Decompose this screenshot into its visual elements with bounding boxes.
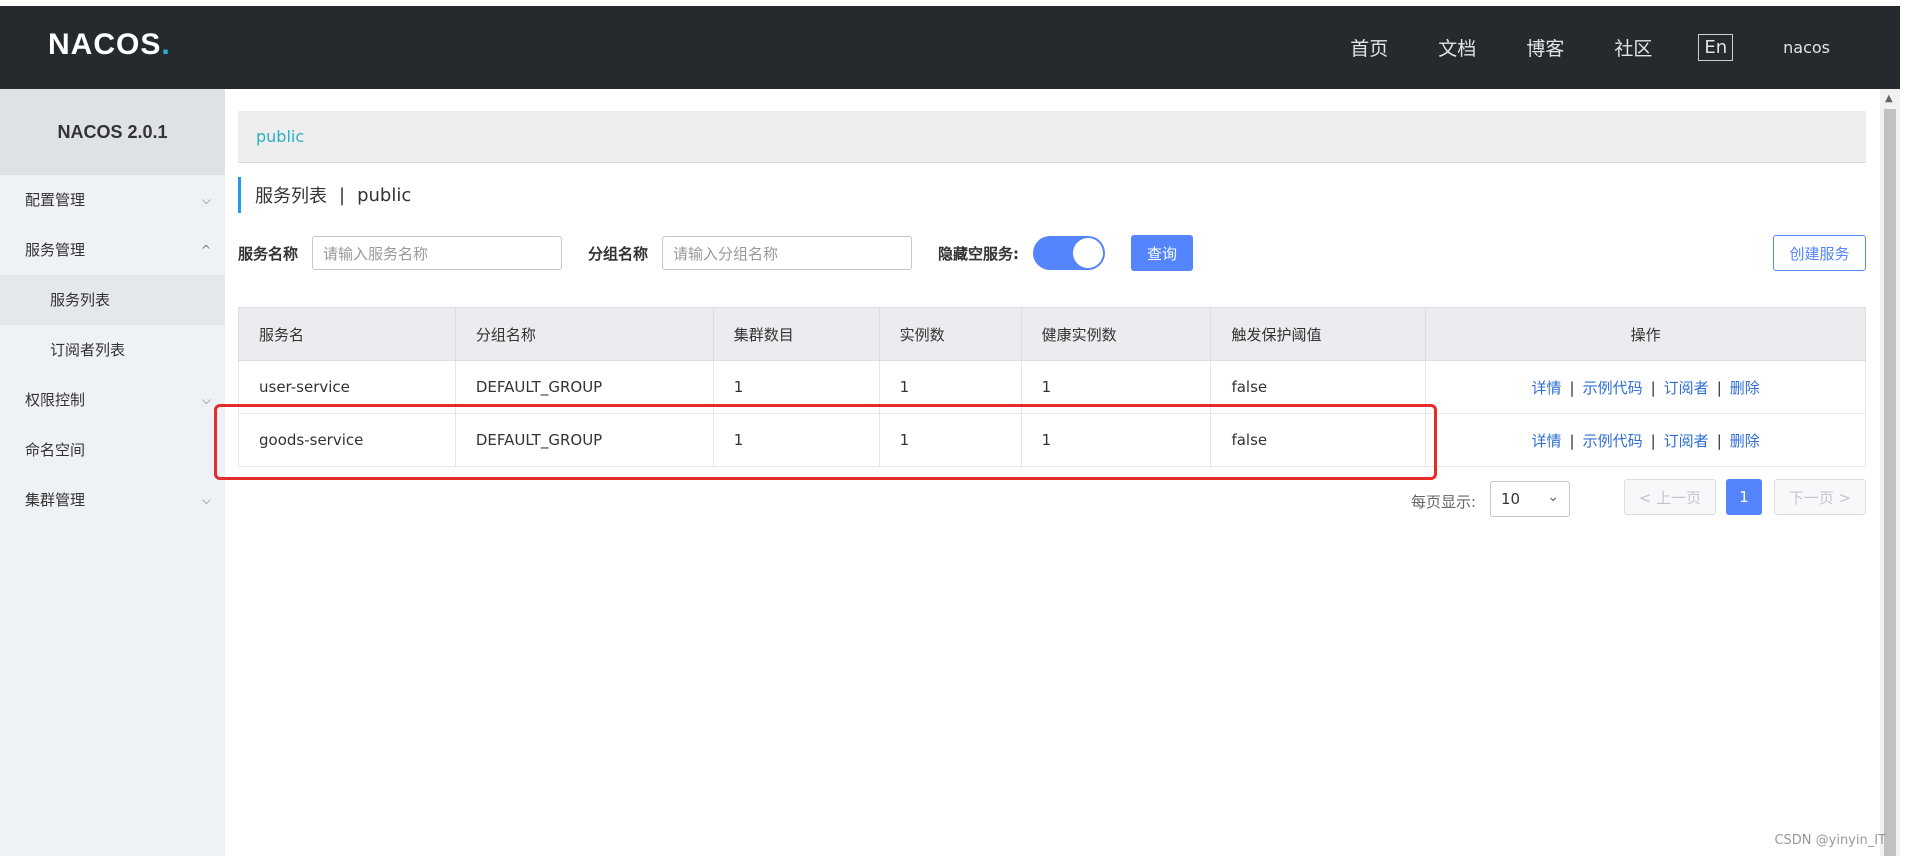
cell-service-name: goods-service: [238, 413, 456, 467]
detail-link[interactable]: 详情: [1532, 379, 1562, 397]
cell-instance-count: 1: [878, 413, 1022, 467]
chevron-down-icon: ⌵: [201, 393, 211, 407]
subscribers-link[interactable]: 订阅者: [1664, 432, 1709, 450]
table-row: user-service DEFAULT_GROUP 1 1 1 false 详…: [238, 360, 1866, 414]
namespace-bar: public: [238, 111, 1866, 163]
nav-blog[interactable]: 博客: [1526, 34, 1564, 61]
sidebar-item-label: 服务列表: [50, 291, 111, 309]
sidebar-item-access-control[interactable]: 权限控制 ⌵: [0, 375, 225, 425]
service-name-input[interactable]: 请输入服务名称: [312, 236, 563, 270]
top-header: NACOS. 首页 文档 博客 社区 En nacos: [0, 6, 1900, 89]
service-name-label: 服务名称: [238, 244, 299, 263]
nav-docs[interactable]: 文档: [1438, 34, 1476, 61]
sidebar-item-label: 集群管理: [25, 491, 86, 509]
col-healthy-instance-count: 健康实例数: [1020, 307, 1212, 361]
cell-service-name: user-service: [238, 360, 456, 414]
query-button[interactable]: 查询: [1131, 235, 1194, 271]
cell-instance-count: 1: [878, 360, 1022, 414]
scroll-up-arrow-icon[interactable]: ▲: [1885, 93, 1893, 104]
sidebar-item-subscriber-list[interactable]: 订阅者列表: [0, 325, 225, 375]
service-table: 服务名 分组名称 集群数目 实例数 健康实例数 触发保护阈值 操作 user-s…: [214, 307, 1866, 480]
delete-link[interactable]: 删除: [1730, 379, 1760, 397]
sample-code-link[interactable]: 示例代码: [1583, 432, 1643, 450]
cell-healthy-count: 1: [1020, 360, 1212, 414]
toggle-knob: [1073, 238, 1104, 268]
nacos-logo[interactable]: NACOS.: [48, 28, 171, 62]
cell-group-name: DEFAULT_GROUP: [454, 413, 714, 467]
filter-bar: 服务名称 请输入服务名称 分组名称 请输入分组名称 隐藏空服务: 查询 创建服务: [238, 225, 1866, 281]
nav-home[interactable]: 首页: [1350, 34, 1388, 61]
page-size-label: 每页显示:: [1410, 493, 1476, 511]
pagination: 每页显示: 10 ⌄ < 上一页 1 下一页 >: [238, 479, 1866, 521]
page-1-button[interactable]: 1: [1726, 479, 1762, 515]
cell-cluster-count: 1: [712, 360, 880, 414]
sidebar-item-service-management[interactable]: 服务管理 ^: [0, 225, 225, 275]
chevron-up-icon: ^: [200, 243, 211, 257]
cell-cluster-count: 1: [712, 413, 880, 467]
nav-community[interactable]: 社区: [1614, 34, 1652, 61]
user-menu[interactable]: nacos: [1783, 38, 1830, 57]
language-switch-button[interactable]: En: [1698, 34, 1734, 61]
cell-group-name: DEFAULT_GROUP: [454, 360, 714, 414]
col-operations: 操作: [1425, 307, 1866, 361]
col-group-name: 分组名称: [454, 307, 714, 361]
delete-link[interactable]: 删除: [1730, 432, 1760, 450]
prev-page-button[interactable]: < 上一页: [1624, 479, 1716, 515]
table-row: goods-service DEFAULT_GROUP 1 1 1 false …: [238, 413, 1866, 467]
sidebar-item-label: 命名空间: [25, 441, 86, 459]
namespace-tab-public[interactable]: public: [256, 127, 304, 146]
chevron-down-icon: ⌵: [201, 493, 211, 507]
sidebar-item-label: 配置管理: [25, 191, 86, 209]
sidebar-item-label: 订阅者列表: [50, 341, 126, 359]
col-service-name: 服务名: [238, 307, 456, 361]
sidebar-item-namespace[interactable]: 命名空间: [0, 425, 225, 475]
sidebar-item-label: 权限控制: [25, 391, 86, 409]
sample-code-link[interactable]: 示例代码: [1583, 379, 1643, 397]
page-title: 服务列表 | public: [238, 177, 1866, 213]
sidebar-item-cluster[interactable]: 集群管理 ⌵: [0, 475, 225, 525]
page: NACOS. 首页 文档 博客 社区 En nacos NACOS 2.0.1 …: [0, 0, 1920, 856]
cell-protect-threshold: false: [1210, 413, 1427, 467]
cell-protect-threshold: false: [1210, 360, 1427, 414]
cell-operations: 详情 | 示例代码 | 订阅者 | 删除: [1425, 360, 1866, 414]
col-cluster-count: 集群数目: [712, 307, 880, 361]
vertical-scrollbar[interactable]: ▲: [1880, 89, 1900, 856]
group-name-input[interactable]: 请输入分组名称: [662, 236, 913, 270]
create-service-button[interactable]: 创建服务: [1773, 235, 1866, 271]
table-header-row: 服务名 分组名称 集群数目 实例数 健康实例数 触发保护阈值 操作: [238, 307, 1866, 361]
col-instance-count: 实例数: [878, 307, 1022, 361]
scrollbar-thumb[interactable]: [1884, 109, 1896, 856]
hide-empty-toggle[interactable]: [1033, 236, 1106, 270]
next-page-button[interactable]: 下一页 >: [1774, 479, 1866, 515]
sidebar-item-config[interactable]: 配置管理 ⌵: [0, 175, 225, 225]
cell-operations: 详情 | 示例代码 | 订阅者 | 删除: [1425, 413, 1866, 467]
hide-empty-label: 隐藏空服务:: [938, 244, 1020, 263]
sidebar-title: NACOS 2.0.1: [0, 89, 225, 175]
detail-link[interactable]: 详情: [1532, 432, 1562, 450]
subscribers-link[interactable]: 订阅者: [1664, 379, 1709, 397]
page-size-select[interactable]: 10 ⌄: [1490, 481, 1570, 517]
chevron-down-icon: ⌵: [201, 193, 211, 207]
watermark: CSDN @yinyin_IT: [1774, 833, 1886, 848]
col-protect-threshold: 触发保护阈值: [1210, 307, 1427, 361]
sidebar: NACOS 2.0.1 配置管理 ⌵ 服务管理 ^ 服务列表 订阅者列表 权限控…: [0, 89, 225, 856]
main-content: public 服务列表 | public 服务名称 请输入服务名称 分组名称 请…: [214, 89, 1866, 521]
top-nav: 首页 文档 博客 社区 En nacos: [1300, 6, 1830, 89]
sidebar-item-service-list[interactable]: 服务列表: [0, 275, 225, 325]
group-name-label: 分组名称: [588, 244, 649, 263]
window-edge: [1900, 0, 1920, 856]
cell-healthy-count: 1: [1020, 413, 1212, 467]
chevron-down-icon: ⌄: [1547, 489, 1559, 505]
sidebar-item-label: 服务管理: [25, 241, 86, 259]
